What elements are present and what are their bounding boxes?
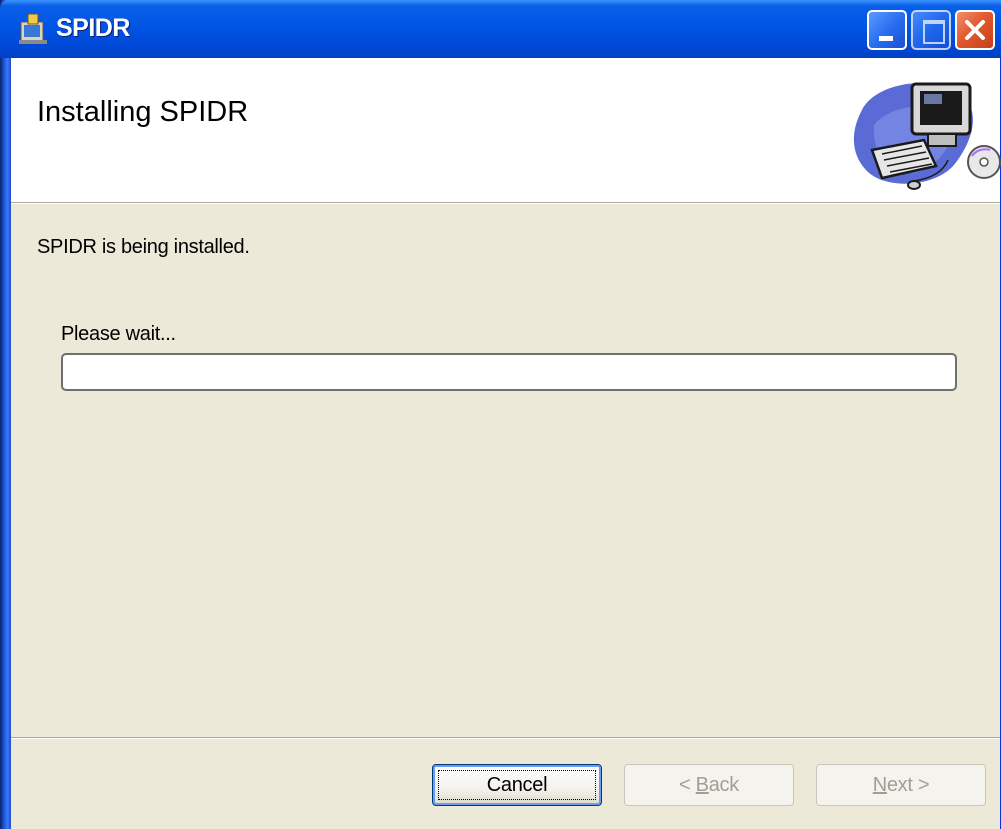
focus-ring — [438, 770, 596, 800]
minimize-button[interactable] — [867, 10, 907, 50]
title-bar[interactable]: SPIDR — [0, 0, 1001, 58]
maximize-button[interactable] — [911, 10, 951, 50]
please-wait-label: Please wait... — [61, 323, 176, 345]
install-status-text: SPIDR is being installed. — [37, 236, 250, 258]
close-icon — [965, 20, 985, 40]
footer-divider-highlight — [11, 738, 1000, 739]
cancel-button[interactable]: Cancel — [432, 764, 602, 806]
next-button-suffix: > — [912, 773, 930, 796]
banner-divider — [11, 203, 1000, 204]
back-button-label: ack — [708, 773, 740, 796]
window-title: SPIDR — [56, 14, 130, 42]
back-button-prefix: < — [679, 773, 696, 796]
header-banner: Installing SPIDR — [11, 58, 1001, 203]
minimize-icon — [879, 36, 893, 41]
next-button[interactable]: Next > — [816, 764, 986, 806]
installer-app-icon — [19, 13, 47, 44]
next-button-label: ext — [886, 773, 913, 796]
computer-install-icon — [853, 82, 1001, 190]
next-button-mnemonic: N — [872, 773, 887, 796]
install-progress-bar — [61, 353, 957, 391]
installer-window: SPIDR Installing SPIDR SPIDR is being in… — [0, 0, 1001, 829]
maximize-icon — [923, 20, 945, 44]
back-button-mnemonic: B — [695, 773, 709, 796]
back-button[interactable]: < Back — [624, 764, 794, 806]
close-button[interactable] — [955, 10, 995, 50]
page-title: Installing SPIDR — [37, 96, 249, 128]
